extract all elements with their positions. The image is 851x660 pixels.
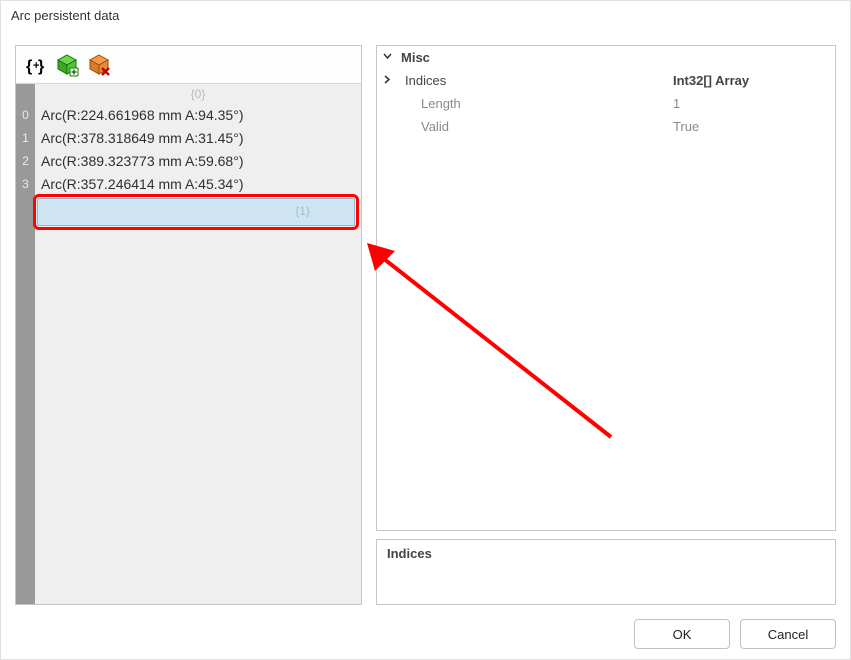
list-item[interactable]: 0 Arc(R:224.661968 mm A:94.35°) bbox=[16, 104, 361, 127]
add-branch-button[interactable]: { + } bbox=[22, 52, 48, 78]
group-label: {0} bbox=[191, 87, 206, 101]
prop-name: Indices bbox=[397, 73, 669, 88]
dialog-footer: OK Cancel bbox=[634, 619, 836, 649]
prop-category-misc[interactable]: Misc bbox=[377, 46, 835, 69]
description-title: Indices bbox=[387, 546, 432, 561]
item-text: Arc(R:389.323773 mm A:59.68°) bbox=[41, 150, 355, 173]
properties-panel: Misc Indices Int32[] Array Length 1 Val bbox=[376, 45, 836, 605]
property-grid[interactable]: Misc Indices Int32[] Array Length 1 Val bbox=[376, 45, 836, 531]
list-item[interactable]: 3 Arc(R:357.246414 mm A:45.34°) bbox=[16, 173, 361, 196]
prop-value: 1 bbox=[669, 96, 835, 111]
curly-brace-plus-icon: { + } bbox=[24, 54, 46, 76]
prop-name: Valid bbox=[397, 119, 669, 134]
toolbar: { + } bbox=[16, 46, 361, 84]
list-area[interactable]: {0} 0 Arc(R:224.661968 mm A:94.35°) 1 Ar… bbox=[16, 84, 361, 604]
item-text: Arc(R:224.661968 mm A:94.35°) bbox=[41, 104, 355, 127]
chevron-right-icon bbox=[377, 73, 397, 88]
item-text: Arc(R:378.318649 mm A:31.45°) bbox=[41, 127, 355, 150]
svg-text:{: { bbox=[26, 58, 32, 75]
item-index: 3 bbox=[16, 173, 35, 196]
add-item-button[interactable] bbox=[54, 52, 80, 78]
group-label: {1} bbox=[295, 204, 310, 218]
prop-value: Int32[] Array bbox=[669, 73, 835, 88]
item-index: 1 bbox=[16, 127, 35, 150]
cancel-button[interactable]: Cancel bbox=[740, 619, 836, 649]
group-header-1-selected[interactable]: {1} bbox=[37, 198, 355, 226]
list-item[interactable]: 1 Arc(R:378.318649 mm A:31.45°) bbox=[16, 127, 361, 150]
property-description: Indices bbox=[376, 539, 836, 605]
ok-button[interactable]: OK bbox=[634, 619, 730, 649]
data-list-panel: { + } bbox=[15, 45, 362, 605]
group-header-0[interactable]: {0} bbox=[35, 84, 361, 104]
svg-text:}: } bbox=[38, 58, 44, 75]
prop-name: Misc bbox=[397, 50, 669, 65]
list-item[interactable]: 2 Arc(R:389.323773 mm A:59.68°) bbox=[16, 150, 361, 173]
item-index: 0 bbox=[16, 104, 35, 127]
prop-row-valid[interactable]: Valid True bbox=[377, 115, 835, 138]
window-title: Arc persistent data bbox=[1, 1, 850, 31]
orange-cube-delete-icon bbox=[87, 53, 111, 77]
green-cube-add-icon bbox=[55, 53, 79, 77]
prop-row-indices[interactable]: Indices Int32[] Array bbox=[377, 69, 835, 92]
prop-row-length[interactable]: Length 1 bbox=[377, 92, 835, 115]
delete-item-button[interactable] bbox=[86, 52, 112, 78]
prop-name: Length bbox=[397, 96, 669, 111]
item-index: 2 bbox=[16, 150, 35, 173]
prop-value: True bbox=[669, 119, 835, 134]
content-area: { + } bbox=[15, 45, 836, 605]
dialog-window: Arc persistent data { + } bbox=[0, 0, 851, 660]
chevron-down-icon bbox=[377, 50, 397, 65]
item-text: Arc(R:357.246414 mm A:45.34°) bbox=[41, 173, 355, 196]
